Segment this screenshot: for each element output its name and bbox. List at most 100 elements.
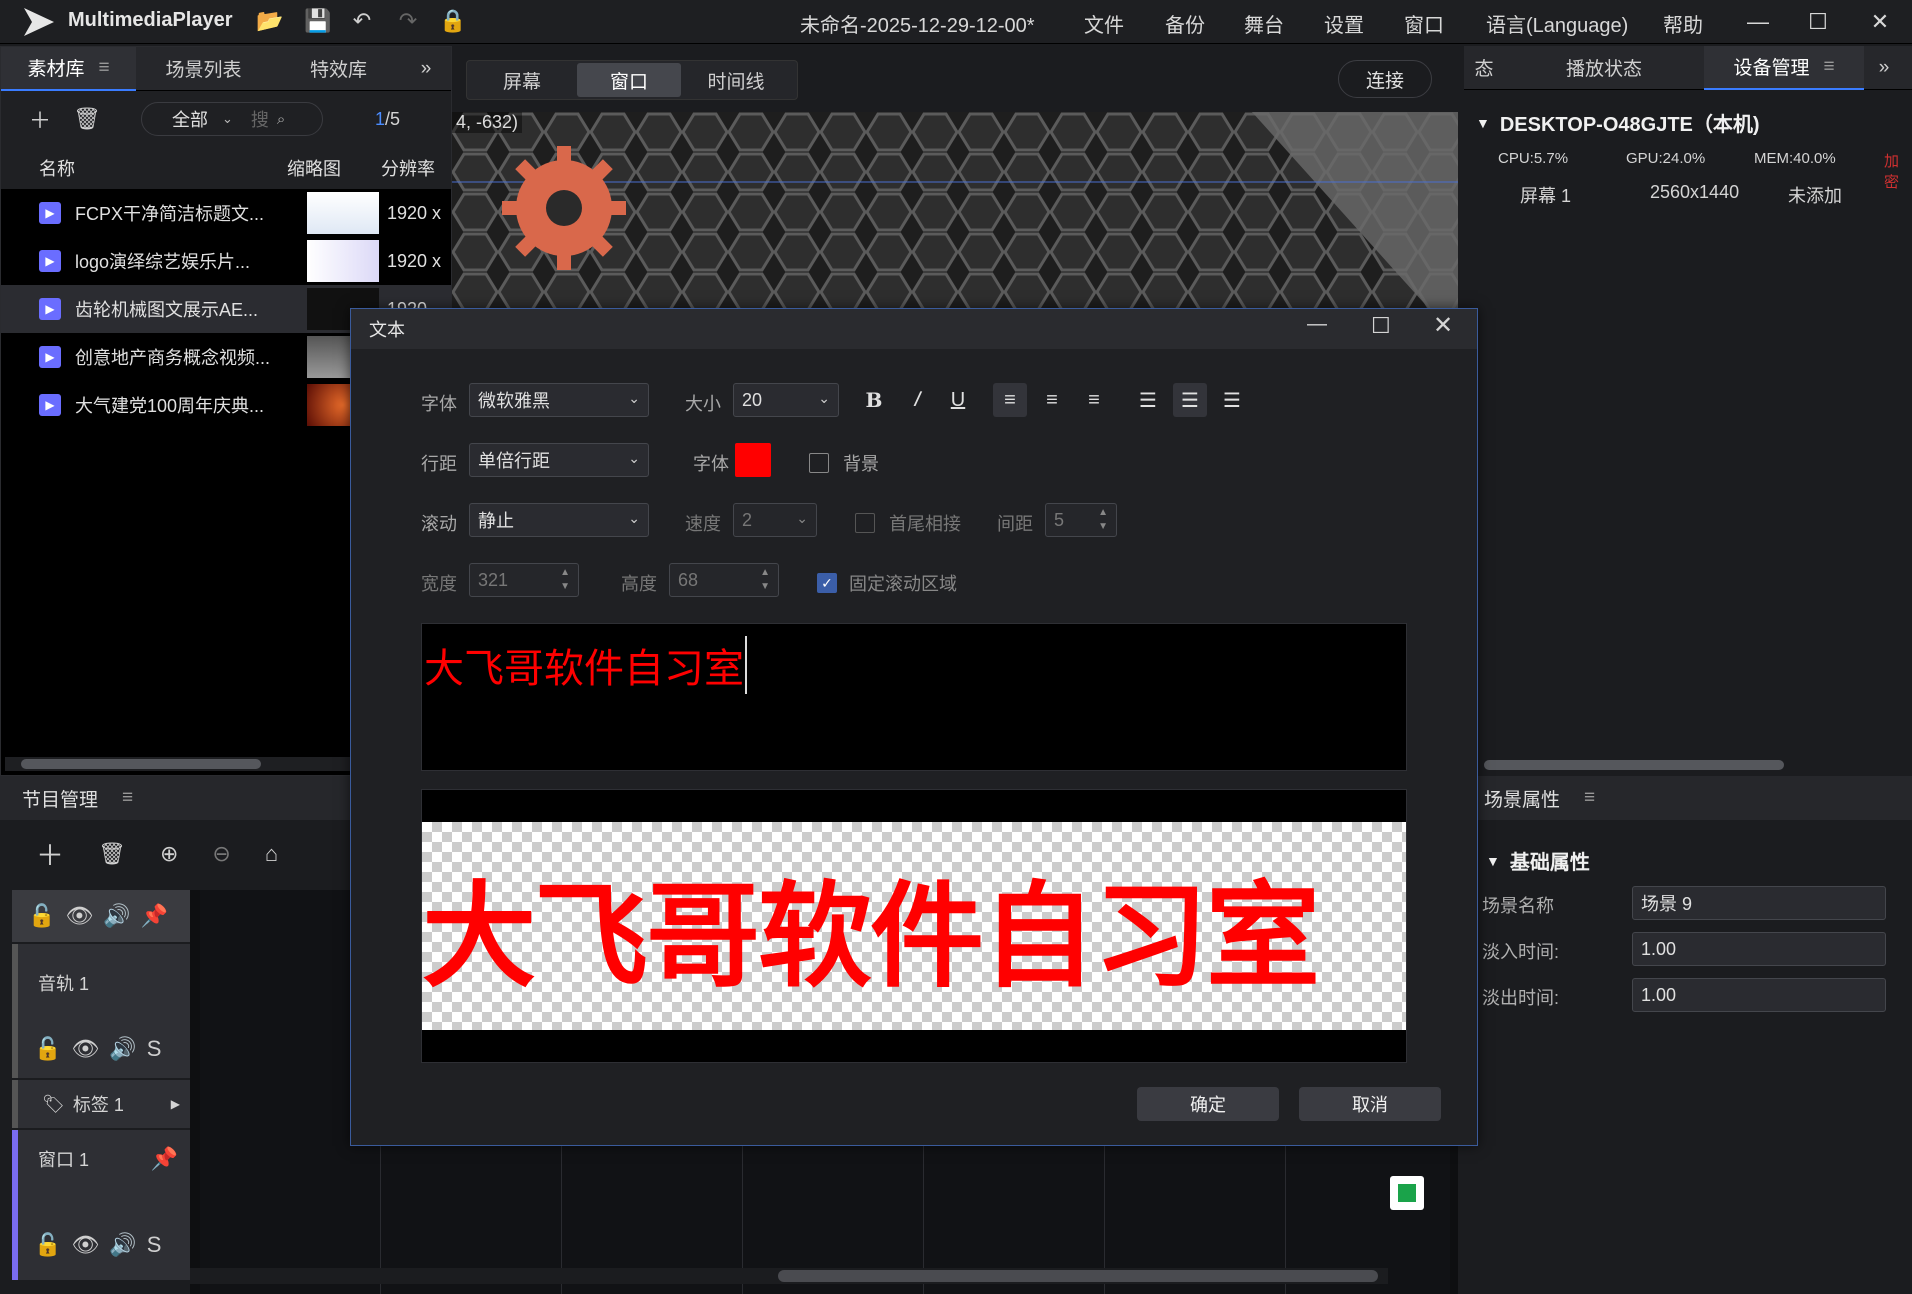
size-select[interactable]: 20 ⌄ (733, 383, 839, 417)
col-name[interactable]: 名称 (39, 155, 287, 181)
eye-icon[interactable]: 👁 (71, 1232, 99, 1258)
eye-icon[interactable]: 👁 (65, 903, 93, 929)
tab-screen[interactable]: 屏幕 (467, 61, 577, 99)
more-tabs-icon[interactable]: » (1864, 46, 1904, 90)
menu-backup[interactable]: 备份 (1165, 9, 1205, 38)
zoom-out-icon[interactable]: ⊖ (212, 841, 230, 867)
col-thumbnail[interactable]: 缩略图 (287, 155, 381, 181)
timeline-scrollbar[interactable] (190, 1268, 1388, 1284)
unlock-icon[interactable]: 🔓 (34, 1232, 61, 1258)
tab-status-partial[interactable]: 态 (1464, 46, 1504, 90)
unlock-icon[interactable]: 🔓 (34, 1036, 61, 1062)
redo-icon[interactable]: ↷ (393, 6, 423, 36)
minimize-icon[interactable]: — (1728, 0, 1788, 44)
tab-timeline[interactable]: 时间线 (681, 61, 791, 99)
close-icon[interactable]: ✕ (1433, 311, 1453, 340)
lock-icon[interactable]: 🔒 (438, 6, 468, 36)
maximize-icon[interactable]: ☐ (1788, 0, 1848, 44)
section-basic[interactable]: ▼ 基础属性 (1486, 846, 1590, 875)
tab-scene-list[interactable]: 场景列表 (136, 47, 271, 91)
loop-checkbox[interactable] (855, 513, 875, 533)
menu-icon[interactable]: ≡ (122, 787, 133, 809)
volume-icon[interactable]: 🔊 (103, 903, 130, 929)
scroll-select[interactable]: 静止 ⌄ (469, 503, 649, 537)
col-resolution[interactable]: 分辨率 (381, 155, 435, 181)
fadein-input[interactable]: 1.00 (1632, 932, 1886, 966)
bold-icon[interactable]: B (857, 383, 891, 417)
clean-icon[interactable]: ⌂ (265, 841, 278, 867)
valign-bottom-icon[interactable]: ☰ (1215, 383, 1249, 417)
volume-icon[interactable]: 🔊 (109, 1232, 136, 1258)
pin-icon[interactable]: 📌 (141, 903, 168, 929)
ok-button[interactable]: 确定 (1137, 1087, 1279, 1121)
chevron-right-icon[interactable]: ▶ (171, 1097, 180, 1111)
fixed-area-checkbox[interactable]: ✓ (817, 573, 837, 593)
undo-icon[interactable]: ↶ (347, 6, 377, 36)
align-right-icon[interactable]: ≡ (1077, 383, 1111, 417)
close-icon[interactable]: ✕ (1850, 0, 1910, 44)
delete-icon[interactable]: 🗑 (73, 106, 101, 132)
font-select[interactable]: 微软雅黑 ⌄ (469, 383, 649, 417)
menu-file[interactable]: 文件 (1084, 9, 1124, 38)
search-icon[interactable]: ⌕ (277, 111, 285, 128)
solo-icon[interactable]: S (147, 1036, 162, 1062)
tab-window[interactable]: 窗口 (577, 63, 681, 97)
menu-stage[interactable]: 舞台 (1244, 9, 1284, 38)
menu-settings[interactable]: 设置 (1324, 9, 1364, 38)
filter-select[interactable]: 全部 (172, 106, 208, 132)
minimize-icon[interactable]: — (1307, 313, 1327, 336)
menu-window[interactable]: 窗口 (1404, 9, 1444, 38)
gap-spinbox[interactable]: 5 ▲ ▼ (1045, 503, 1117, 537)
menu-language[interactable]: 语言(Language) (1486, 9, 1628, 38)
align-center-icon[interactable]: ≡ (1035, 383, 1069, 417)
stage-preview[interactable]: 4, -632) (452, 112, 1458, 312)
delete-icon[interactable]: 🗑 (98, 841, 126, 867)
search-input[interactable]: 搜 (251, 106, 269, 132)
unlock-icon[interactable]: 🔓 (28, 903, 55, 929)
menu-help[interactable]: 帮助 (1663, 9, 1703, 38)
tab-assets[interactable]: 素材库 ≡ (1, 46, 136, 91)
valign-top-icon[interactable]: ☰ (1131, 383, 1165, 417)
add-icon[interactable]: ＋ (29, 103, 51, 135)
menu-icon[interactable]: ≡ (1584, 787, 1595, 809)
font-color-swatch[interactable] (735, 443, 771, 477)
fadeout-input[interactable]: 1.00 (1632, 978, 1886, 1012)
tag-track[interactable]: 🏷 标签 1 ▶ (12, 1080, 190, 1128)
device-header[interactable]: ▼ DESKTOP-O48GJTE（本机) (1476, 108, 1760, 137)
open-folder-icon[interactable]: 📂 (255, 6, 285, 36)
maximize-icon[interactable]: ☐ (1371, 313, 1391, 339)
asset-row[interactable]: ▶ FCPX干净简洁标题文... 1920 x (1, 189, 451, 237)
chevron-down-icon[interactable]: ⌄ (222, 111, 233, 127)
horizontal-scrollbar[interactable] (1484, 758, 1908, 772)
volume-icon[interactable]: 🔊 (109, 1036, 136, 1062)
stop-button[interactable] (1390, 1176, 1424, 1210)
solo-icon[interactable]: S (147, 1232, 162, 1258)
more-tabs-icon[interactable]: » (406, 47, 446, 91)
pin-icon[interactable]: 📌 (151, 1146, 178, 1172)
align-left-icon[interactable]: ≡ (993, 383, 1027, 417)
asset-row[interactable]: ▶ logo演绎综艺娱乐片... 1920 x (1, 237, 451, 285)
window-track: 窗口 1 📌 🔓 👁 🔊 S (12, 1130, 190, 1280)
tab-play-status[interactable]: 播放状态 (1504, 46, 1704, 90)
add-icon[interactable]: ＋ (36, 834, 64, 874)
italic-icon[interactable]: 𝐼 (899, 383, 933, 417)
background-checkbox[interactable] (809, 453, 829, 473)
title-bar: MultimediaPlayer 📂 💾 ↶ ↷ 🔒 未命名-2025-12-2… (0, 0, 1912, 44)
line-spacing-select[interactable]: 单倍行距 ⌄ (469, 443, 649, 477)
text-input-area[interactable]: 大飞哥软件自习室 (421, 623, 1407, 771)
scene-name-input[interactable]: 场景 9 (1632, 886, 1886, 920)
valign-middle-icon[interactable]: ☰ (1173, 383, 1207, 417)
width-label: 宽度 (421, 574, 457, 594)
save-icon[interactable]: 💾 (303, 6, 333, 36)
eye-icon[interactable]: 👁 (71, 1036, 99, 1062)
zoom-in-icon[interactable]: ⊕ (160, 841, 178, 867)
tag-track-label: 标签 1 (72, 1095, 124, 1115)
underline-icon[interactable]: U (941, 383, 975, 417)
cancel-button[interactable]: 取消 (1299, 1087, 1441, 1121)
speed-select[interactable]: 2 ⌄ (733, 503, 817, 537)
tab-effects[interactable]: 特效库 (271, 47, 406, 91)
height-spinbox[interactable]: 68 ▲ ▼ (669, 563, 779, 597)
width-spinbox[interactable]: 321 ▲ ▼ (469, 563, 579, 597)
tab-device-manage[interactable]: 设备管理 ≡ (1704, 45, 1864, 90)
connect-button[interactable]: 连接 (1338, 60, 1432, 98)
